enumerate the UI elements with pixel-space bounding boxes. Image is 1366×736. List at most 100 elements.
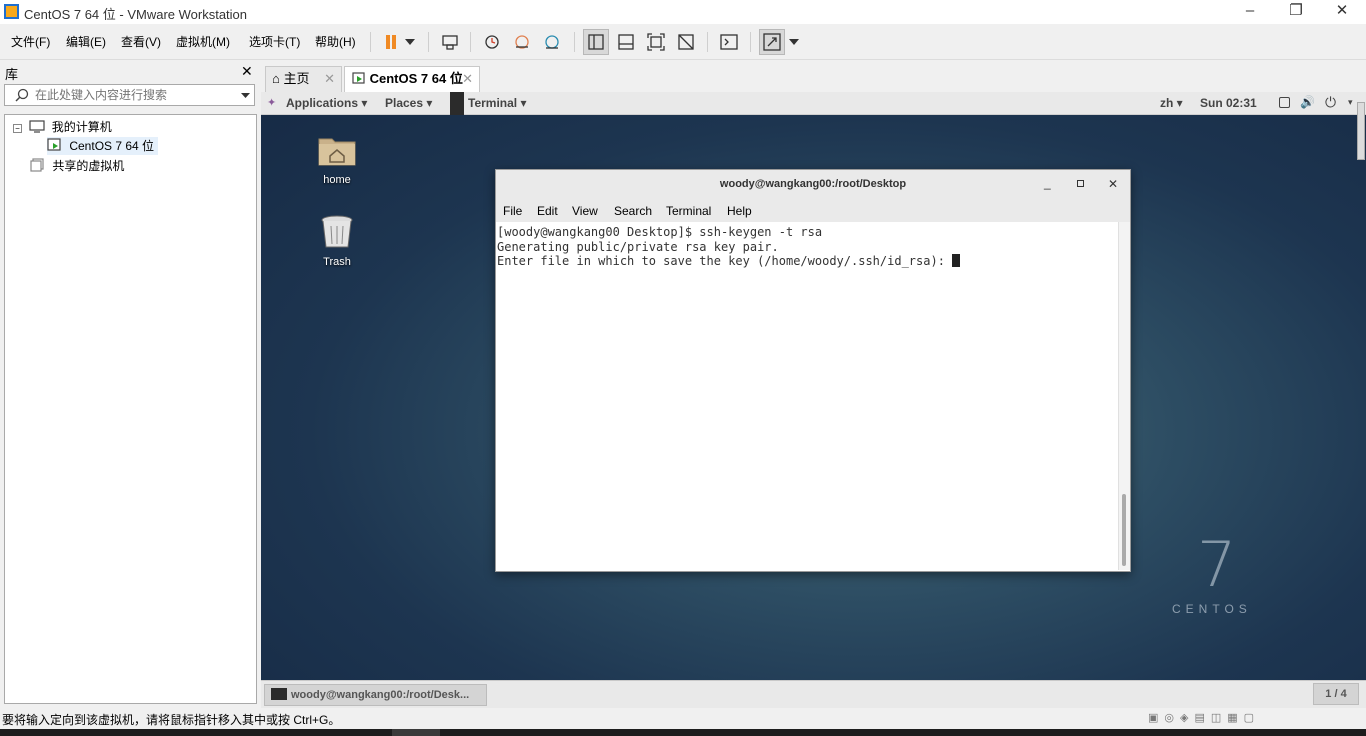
terminal-title: woody@wangkang00:/root/Desktop <box>719 178 907 190</box>
library-tree: − 我的计算机 CentOS 7 64 位 共享的虚拟机 <box>4 114 257 704</box>
tree-label: 我的计算机 <box>51 120 112 134</box>
device-icons[interactable]: ▣◎◈▤◫▦▢ <box>1148 711 1260 724</box>
terminal-menu-edit[interactable]: Edit <box>537 204 558 218</box>
os-taskbar <box>0 729 1366 736</box>
thumbnail-bar-icon[interactable] <box>613 29 639 55</box>
close-tab-icon[interactable]: ✕ <box>462 67 473 91</box>
stretch-guest-icon[interactable] <box>759 29 785 55</box>
separator <box>428 32 429 52</box>
vm-running-icon <box>352 72 365 84</box>
vm-running-icon <box>47 138 61 151</box>
terminal-scrollbar[interactable] <box>1118 222 1130 570</box>
centos-wordmark: CENTOS <box>1172 602 1252 616</box>
volume-icon[interactable]: 🔊 <box>1300 95 1315 109</box>
folder-icon <box>318 138 356 166</box>
screen-icon[interactable] <box>1279 97 1290 108</box>
vmware-logo-icon <box>4 4 19 19</box>
search-input[interactable] <box>35 87 235 103</box>
terminal-app-icon <box>450 92 464 115</box>
console-view-icon[interactable] <box>716 29 742 55</box>
close-icon[interactable]: ✕ <box>1108 177 1118 191</box>
chevron-down-icon[interactable]: ▾ <box>1348 97 1353 108</box>
separator <box>707 32 708 52</box>
status-text: 要将输入定向到该虚拟机，请将鼠标指针移入其中或按 Ctrl+G。 <box>2 713 341 727</box>
send-ctrl-alt-del-icon[interactable] <box>437 29 463 55</box>
terminal-menu-help[interactable]: Help <box>727 204 752 218</box>
gnome-bottom-bar: woody@wangkang00:/root/Desk... 1 / 4 <box>261 680 1366 708</box>
vm-screen[interactable]: ✦ Applications ▾ Places ▾ Terminal ▾ zh … <box>261 92 1366 708</box>
full-screen-icon[interactable] <box>643 29 669 55</box>
snapshot-manager-icon[interactable] <box>539 29 565 55</box>
taskbar-label: woody@wangkang00:/root/Desk... <box>291 689 470 701</box>
close-library-icon[interactable]: ✕ <box>241 63 253 80</box>
desktop-icon-trash[interactable]: Trash <box>307 214 367 268</box>
unity-icon[interactable] <box>673 29 699 55</box>
tree-label: CentOS 7 64 位 <box>69 139 155 153</box>
menu-places[interactable]: Places ▾ <box>385 96 432 110</box>
tree-item-shared[interactable]: 共享的虚拟机 <box>30 157 124 175</box>
chevron-down-icon[interactable] <box>400 29 420 55</box>
terminal-menu-view[interactable]: View <box>572 204 598 218</box>
window-title: CentOS 7 64 位 - VMware Workstation <box>24 7 248 22</box>
menu-terminal[interactable]: Terminal ▾ <box>468 96 526 110</box>
tree-item-my-computer[interactable]: − 我的计算机 <box>13 118 112 136</box>
terminal-menu-search[interactable]: Search <box>614 204 652 218</box>
chevron-down-icon[interactable] <box>241 93 250 98</box>
library-search[interactable] <box>4 84 255 106</box>
terminal-menubar: File Edit View Search Terminal Help <box>496 200 1130 222</box>
show-library-icon[interactable] <box>583 29 609 55</box>
computer-icon <box>29 120 45 133</box>
separator <box>470 32 471 52</box>
status-bar: 要将输入定向到该虚拟机，请将鼠标指针移入其中或按 Ctrl+G。 ▣◎◈▤◫▦▢ <box>0 708 1366 729</box>
terminal-titlebar[interactable]: woody@wangkang00:/root/Desktop _ ✕ <box>496 170 1130 200</box>
terminal-window[interactable]: woody@wangkang00:/root/Desktop _ ✕ File … <box>495 169 1131 572</box>
clock[interactable]: Sun 02:31 <box>1200 96 1257 110</box>
menu-view[interactable]: 查看(V) <box>121 33 161 50</box>
menu-tabs[interactable]: 选项卡(T) <box>249 33 300 50</box>
gnome-top-bar: ✦ Applications ▾ Places ▾ Terminal ▾ zh … <box>261 92 1366 115</box>
collapse-icon[interactable]: − <box>13 124 22 133</box>
menu-edit[interactable]: 编辑(E) <box>66 33 106 50</box>
terminal-output[interactable]: [woody@wangkang00 Desktop]$ ssh-keygen -… <box>496 222 1118 570</box>
close-tab-icon[interactable]: ✕ <box>324 67 335 91</box>
maximize-icon[interactable]: ❐ <box>1273 0 1319 24</box>
menu-applications[interactable]: Applications ▾ <box>286 96 367 110</box>
revert-snapshot-icon[interactable] <box>509 29 535 55</box>
trash-icon <box>321 215 353 248</box>
tree-item-vm[interactable]: CentOS 7 64 位 <box>47 137 159 155</box>
minimize-icon[interactable]: – <box>1227 0 1273 24</box>
menu-help[interactable]: 帮助(H) <box>315 33 356 50</box>
snapshot-icon[interactable] <box>479 29 505 55</box>
terminal-line: Enter file in which to save the key (/ho… <box>497 254 1118 269</box>
power-icon[interactable]: ⏻ <box>1325 94 1336 111</box>
taskbar-terminal[interactable]: woody@wangkang00:/root/Desk... <box>264 684 487 706</box>
tab-home[interactable]: ⌂ 主页 ✕ <box>265 66 342 93</box>
separator <box>750 32 751 52</box>
minimize-icon[interactable]: _ <box>1044 176 1051 190</box>
chevron-down-icon[interactable] <box>786 29 802 55</box>
terminal-menu-file[interactable]: File <box>503 204 522 218</box>
terminal-menu-terminal[interactable]: Terminal <box>666 204 711 218</box>
maximize-icon[interactable] <box>1077 180 1084 187</box>
library-title: 库 <box>5 67 19 82</box>
tab-strip: ⌂ 主页 ✕ CentOS 7 64 位 ✕ <box>260 61 1366 93</box>
taskbar-active-item[interactable] <box>392 729 440 736</box>
tab-vm[interactable]: CentOS 7 64 位 ✕ <box>344 66 480 93</box>
desktop-icon-label: home <box>323 174 351 186</box>
shared-vm-icon <box>30 158 44 172</box>
applications-icon: ✦ <box>267 97 277 109</box>
vm-scrollbar[interactable] <box>1357 102 1365 160</box>
desktop-icon-home[interactable]: home <box>307 134 367 186</box>
input-method[interactable]: zh ▾ <box>1160 96 1183 110</box>
menu-vm[interactable]: 虚拟机(M) <box>176 33 230 50</box>
close-icon[interactable]: ✕ <box>1319 0 1365 24</box>
text-cursor <box>952 254 961 267</box>
menu-toolbar: 文件(F) 编辑(E) 查看(V) 虚拟机(M) 选项卡(T) 帮助(H) <box>0 24 1366 60</box>
tree-label: 共享的虚拟机 <box>52 159 125 173</box>
search-icon <box>15 88 29 102</box>
centos-version-logo: 7 <box>1197 528 1237 601</box>
scrollbar-thumb[interactable] <box>1122 494 1126 566</box>
terminal-line: Generating public/private rsa key pair. <box>497 239 779 254</box>
menu-file[interactable]: 文件(F) <box>11 33 50 50</box>
workspace-switcher[interactable]: 1 / 4 <box>1313 683 1359 705</box>
